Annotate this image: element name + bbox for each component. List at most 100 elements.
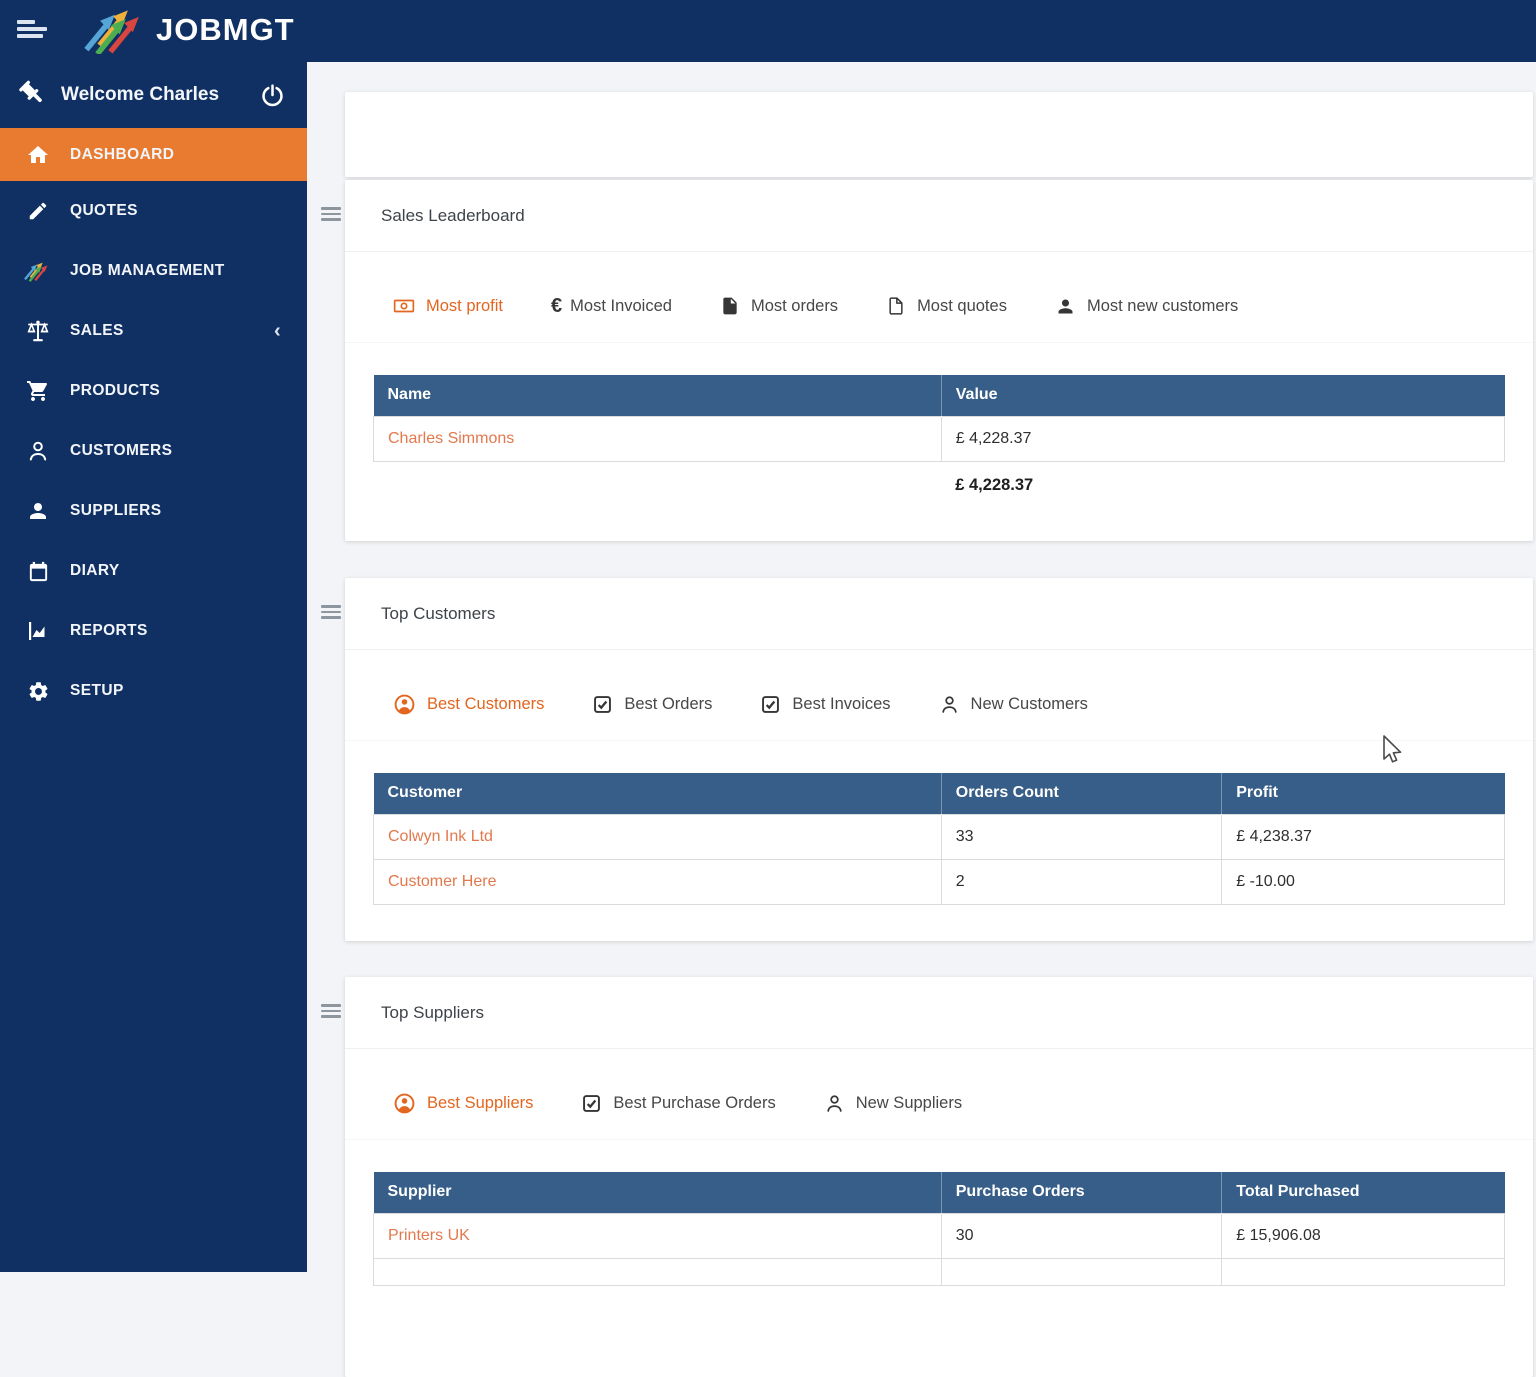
- chart-area-icon: [24, 619, 52, 643]
- cart-icon: [24, 379, 52, 403]
- column-header-orders-count[interactable]: Orders Count: [941, 773, 1223, 814]
- divider: [345, 649, 1533, 650]
- sidebar-item-suppliers[interactable]: SUPPLIERS: [0, 481, 307, 541]
- table-header-row: Customer Orders Count Profit: [373, 773, 1505, 814]
- table-row: Customer Here 2 £ -10.00: [373, 858, 1505, 905]
- scales-icon: [24, 318, 52, 344]
- person-filled-icon: [1055, 296, 1076, 317]
- sales-leaderboard-table: Name Value Charles Simmons £ 4,228.37 £ …: [373, 375, 1506, 495]
- sales-leaderboard-tabs: Most profit € Most Invoiced Most orders …: [345, 292, 1533, 320]
- gear-icon: [24, 680, 52, 703]
- column-header-supplier[interactable]: Supplier: [373, 1172, 942, 1213]
- person-outline-icon: [824, 1093, 845, 1114]
- file-filled-icon: [720, 296, 740, 316]
- column-header-profit[interactable]: Profit: [1221, 773, 1505, 814]
- file-outline-icon: [886, 296, 906, 316]
- tab-best-orders[interactable]: Best Orders: [592, 694, 712, 715]
- empty-top-card: [345, 92, 1533, 177]
- person-circle-icon: [393, 693, 416, 716]
- panel-title: Sales Leaderboard: [381, 206, 525, 225]
- table-row: Charles Simmons £ 4,228.37: [373, 415, 1506, 462]
- sidebar-item-label: DASHBOARD: [70, 145, 175, 163]
- tab-label: Most Invoiced: [570, 296, 672, 315]
- tab-most-invoiced[interactable]: € Most Invoiced: [551, 295, 672, 318]
- column-header-value[interactable]: Value: [941, 375, 1505, 416]
- person-outline-icon: [24, 439, 52, 463]
- top-suppliers-table: Supplier Purchase Orders Total Purchased…: [373, 1172, 1505, 1286]
- customer-link[interactable]: Colwyn Ink Ltd: [373, 813, 942, 860]
- gavel-icon: [16, 80, 46, 110]
- tab-label: Most orders: [750, 296, 839, 315]
- sidebar-item-label: DIARY: [70, 562, 120, 579]
- drag-handle-icon[interactable]: [321, 1004, 341, 1021]
- tab-best-suppliers[interactable]: Best Suppliers: [393, 1092, 533, 1115]
- sidebar-item-job-management[interactable]: JOB MANAGEMENT: [0, 241, 307, 301]
- tab-label: Best Customers: [427, 694, 545, 713]
- column-header-customer[interactable]: Customer: [373, 773, 942, 814]
- tab-label: Most new customers: [1086, 296, 1239, 315]
- salesperson-link[interactable]: Charles Simmons: [373, 415, 942, 462]
- sidebar-item-setup[interactable]: SETUP: [0, 661, 307, 721]
- table-header-row: Name Value: [373, 375, 1505, 416]
- job-arrows-icon: [24, 259, 52, 283]
- sidebar-item-quotes[interactable]: QUOTES: [0, 181, 307, 241]
- tab-most-orders[interactable]: Most orders: [720, 296, 838, 316]
- calendar-icon: [24, 560, 52, 583]
- column-header-total-purchased[interactable]: Total Purchased: [1221, 1172, 1505, 1213]
- tab-label: Best Purchase Orders: [613, 1093, 776, 1112]
- sidebar-item-products[interactable]: PRODUCTS: [0, 361, 307, 421]
- divider: [345, 1139, 1533, 1140]
- sidebar-item-sales[interactable]: SALES ‹: [0, 301, 307, 361]
- profit-cell: £ 4,238.37: [1221, 813, 1505, 860]
- checkbox-check-icon: [581, 1093, 602, 1114]
- sidebar-item-reports[interactable]: REPORTS: [0, 601, 307, 661]
- panel-title: Top Suppliers: [381, 1003, 485, 1022]
- tab-label: Most profit: [426, 296, 504, 315]
- table-row: Printers UK 30 £ 15,906.08: [373, 1212, 1505, 1259]
- top-customers-table: Customer Orders Count Profit Colwyn Ink …: [373, 773, 1505, 905]
- purchase-orders-cell: 30: [940, 1212, 1223, 1259]
- tab-most-quotes[interactable]: Most quotes: [886, 296, 1007, 316]
- sidebar-item-diary[interactable]: DIARY: [0, 541, 307, 601]
- sidebar-item-dashboard[interactable]: DASHBOARD: [0, 128, 307, 181]
- supplier-link[interactable]: Printers UK: [373, 1212, 942, 1259]
- divider: [345, 1048, 1533, 1049]
- top-suppliers-tabs: Best Suppliers Best Purchase Orders New …: [345, 1089, 1533, 1117]
- chevron-left-icon[interactable]: ‹: [274, 320, 281, 343]
- home-icon: [24, 143, 52, 167]
- sidebar-item-label: SUPPLIERS: [70, 502, 162, 519]
- main-content: Sales Leaderboard Most profit € Most Inv…: [307, 62, 1536, 1377]
- sidebar-item-label: PRODUCTS: [70, 382, 161, 399]
- sidebar-item-customers[interactable]: CUSTOMERS: [0, 421, 307, 481]
- tab-new-customers[interactable]: New Customers: [939, 694, 1088, 715]
- tab-label: Most quotes: [917, 296, 1007, 315]
- tab-best-invoices[interactable]: Best Invoices: [760, 694, 891, 715]
- tab-best-customers[interactable]: Best Customers: [393, 693, 544, 716]
- tab-new-suppliers[interactable]: New Suppliers: [824, 1093, 962, 1114]
- tab-best-purchase-orders[interactable]: Best Purchase Orders: [581, 1093, 776, 1114]
- total-purchased-cell: £ 15,906.08: [1221, 1212, 1505, 1259]
- welcome-row: Welcome Charles: [0, 62, 307, 128]
- column-header-name[interactable]: Name: [373, 375, 942, 416]
- top-customers-tabs: Best Customers Best Orders Best Invoices…: [345, 690, 1533, 718]
- sales-leaderboard-panel: Sales Leaderboard Most profit € Most Inv…: [321, 180, 1533, 541]
- sidebar-item-label: QUOTES: [70, 202, 138, 219]
- value-cell: £ 4,228.37: [940, 415, 1506, 462]
- menu-toggle-icon[interactable]: [17, 20, 49, 42]
- tab-most-new-customers[interactable]: Most new customers: [1055, 296, 1238, 317]
- person-filled-icon: [24, 499, 52, 523]
- divider: [345, 342, 1533, 343]
- drag-handle-icon[interactable]: [321, 605, 341, 622]
- panel-title: Top Customers: [381, 604, 496, 623]
- customer-link[interactable]: Customer Here: [373, 858, 942, 905]
- banknote-icon: [393, 295, 415, 317]
- sidebar-item-label: CUSTOMERS: [70, 442, 173, 459]
- drag-handle-icon[interactable]: [321, 207, 341, 224]
- logout-power-icon[interactable]: [260, 83, 285, 108]
- tab-most-profit[interactable]: Most profit: [393, 295, 503, 317]
- column-header-purchase-orders[interactable]: Purchase Orders: [941, 1172, 1223, 1213]
- person-circle-icon: [393, 1092, 416, 1115]
- table-row: Colwyn Ink Ltd 33 £ 4,238.37: [373, 813, 1505, 860]
- tab-label: Best Invoices: [792, 694, 891, 713]
- logo-text: JOBMGT: [156, 12, 295, 47]
